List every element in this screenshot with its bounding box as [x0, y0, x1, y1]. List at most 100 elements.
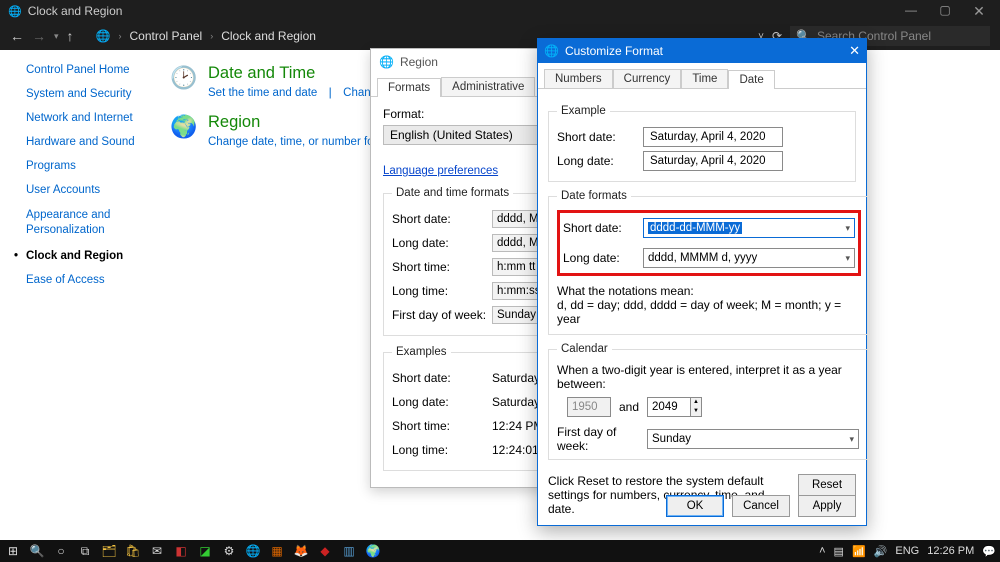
firefox-icon[interactable]: 🦊 — [292, 544, 310, 558]
spin-down[interactable]: ▼ — [691, 407, 701, 416]
set-time-link[interactable]: Set the time and date — [208, 87, 317, 99]
cust-short-date-label: Short date: — [557, 130, 643, 144]
close-button[interactable]: ✕ — [962, 3, 996, 20]
example-short-date: Saturday, April 4, 2020 — [643, 127, 783, 147]
tray-wifi-icon[interactable]: 📶 — [852, 545, 866, 558]
sidebar-item-appearance[interactable]: Appearance and Personalization — [26, 208, 170, 238]
sidebar-home[interactable]: Control Panel Home — [26, 64, 170, 76]
sidebar-item-clock-region[interactable]: Clock and Region — [26, 250, 170, 262]
long-time-label: Long time: — [392, 284, 492, 298]
chevron-down-icon: ▾ — [845, 253, 850, 264]
chevron-down-icon: ▾ — [849, 434, 854, 445]
breadcrumb-root[interactable]: Control Panel — [129, 29, 202, 43]
sidebar-item-programs[interactable]: Programs — [26, 160, 170, 172]
year-high-spin[interactable]: ▲▼ — [647, 397, 702, 417]
app-icon-4[interactable]: ▦ — [268, 544, 286, 558]
sidebar-item-users[interactable]: User Accounts — [26, 184, 170, 196]
spin-up[interactable]: ▲ — [691, 398, 701, 407]
two-digit-text: When a two-digit year is entered, interp… — [557, 363, 859, 391]
first-day-combo[interactable]: Sunday ▾ — [647, 429, 859, 449]
region-title-icon: 🌐 — [379, 55, 394, 69]
task-view-icon[interactable]: ⧉ — [76, 544, 94, 559]
mail-icon[interactable]: ✉ — [148, 544, 166, 558]
maximize-button[interactable]: ▢ — [928, 3, 962, 20]
tray-volume-icon[interactable]: 🔊 — [874, 545, 888, 558]
globe-icon: 🌐 — [8, 5, 22, 18]
cust-first-day-label: First day of week: — [557, 425, 647, 453]
app-icon-3[interactable]: ⚙ — [220, 544, 238, 558]
app-icon-1[interactable]: ◧ — [172, 544, 190, 558]
breadcrumb-icon: 🌐 — [96, 29, 111, 43]
tray-time[interactable]: 12:26 PM — [927, 545, 974, 557]
calendar-legend: Calendar — [557, 343, 612, 355]
date-formats-group: Date formats Short date: dddd-dd-MMM-yy … — [548, 190, 870, 335]
short-date-label: Short date: — [392, 212, 492, 226]
sidebar-item-system[interactable]: System and Security — [26, 88, 170, 100]
explorer-icon[interactable]: 🗂 — [100, 544, 118, 558]
customize-close-button[interactable]: ✕ — [849, 43, 860, 59]
calendar-group: Calendar When a two-digit year is entere… — [548, 343, 868, 460]
cortana-icon[interactable]: ○ — [52, 544, 70, 558]
clock-icon: 🕑 — [170, 64, 198, 92]
sidebar-item-ease[interactable]: Ease of Access — [26, 274, 170, 286]
notations-text: d, dd = day; ddd, dddd = day of week; M … — [557, 298, 861, 326]
breadcrumb-leaf[interactable]: Clock and Region — [221, 29, 316, 43]
year-low-spin — [567, 397, 611, 417]
reset-button[interactable]: Reset — [798, 474, 856, 496]
sidebar: Control Panel Home System and Security N… — [0, 50, 170, 540]
ex-short-time: 12:24 PM — [492, 419, 543, 433]
region-globe-icon: 🌍 — [170, 113, 198, 141]
tab-time[interactable]: Time — [681, 69, 728, 88]
short-date-combo[interactable]: dddd-dd-MMM-yy ▾ — [643, 218, 855, 238]
taskbar: ⊞ 🔍 ○ ⧉ 🗂 🛍 ✉ ◧ ◪ ⚙ 🌐 ▦ 🦊 ◆ ▥ 🌍 ˄ ▤ 📶 🔊 … — [0, 540, 1000, 562]
search-icon[interactable]: 🔍 — [28, 544, 46, 558]
up-button[interactable]: ↑ — [67, 28, 74, 44]
year-and-label: and — [619, 400, 639, 414]
back-button[interactable]: ← — [10, 28, 24, 44]
tab-date[interactable]: Date — [728, 70, 774, 89]
store-icon[interactable]: 🛍 — [124, 544, 142, 558]
region-dialog-title: Region — [400, 55, 438, 69]
minimize-button[interactable]: — — [894, 3, 928, 20]
start-button[interactable]: ⊞ — [4, 544, 22, 558]
sidebar-item-network[interactable]: Network and Internet — [26, 112, 170, 124]
app-icon-5[interactable]: ◆ — [316, 544, 334, 558]
chevron-down-icon: ▾ — [845, 223, 850, 234]
first-day-value: Sunday — [652, 433, 691, 445]
tab-formats[interactable]: Formats — [377, 78, 441, 97]
example-group: Example Short date: Saturday, April 4, 2… — [548, 105, 856, 182]
tab-administrative[interactable]: Administrative — [441, 77, 535, 96]
app-icon-6[interactable]: ▥ — [340, 544, 358, 558]
tab-currency[interactable]: Currency — [613, 69, 682, 88]
long-date-label: Long date: — [392, 236, 492, 250]
tray-up-icon[interactable]: ˄ — [819, 545, 825, 557]
short-time-label: Short time: — [392, 260, 492, 274]
example-long-date: Saturday, April 4, 2020 — [643, 151, 783, 171]
first-day-label: First day of week: — [392, 308, 492, 322]
year-high-input[interactable] — [647, 397, 691, 417]
dt-legend: Date and time formats — [392, 187, 513, 199]
language-preferences-link[interactable]: Language preferences — [383, 165, 498, 177]
long-date-value: dddd, MMMM d, yyyy — [648, 252, 757, 264]
date-formats-legend: Date formats — [557, 190, 631, 202]
short-date-value: dddd-dd-MMM-yy — [648, 222, 742, 234]
long-date-combo[interactable]: dddd, MMMM d, yyyy ▾ — [643, 248, 855, 268]
tray-network-icon[interactable]: ▤ — [834, 545, 844, 558]
tab-numbers[interactable]: Numbers — [544, 69, 613, 88]
app-icon-7[interactable]: 🌍 — [364, 544, 382, 558]
ok-button[interactable]: OK — [666, 495, 724, 517]
notations-heading: What the notations mean: — [557, 284, 861, 298]
cancel-button[interactable]: Cancel — [732, 495, 790, 517]
example-legend: Example — [557, 105, 610, 117]
tray-notifications-icon[interactable]: 💬 — [982, 545, 996, 558]
forward-button[interactable]: → — [32, 28, 46, 44]
apply-button[interactable]: Apply — [798, 495, 856, 517]
tray-lang[interactable]: ENG — [895, 545, 919, 557]
chrome-icon[interactable]: 🌐 — [244, 544, 262, 558]
format-value: English (United States) — [390, 128, 513, 142]
window-titlebar: 🌐 Clock and Region — ▢ ✕ — [0, 0, 1000, 22]
cust-long-date-label: Long date: — [557, 154, 643, 168]
customize-format-dialog: 🌐 Customize Format ✕ Numbers Currency Ti… — [537, 38, 867, 526]
app-icon-2[interactable]: ◪ — [196, 544, 214, 558]
sidebar-item-hardware[interactable]: Hardware and Sound — [26, 136, 170, 148]
